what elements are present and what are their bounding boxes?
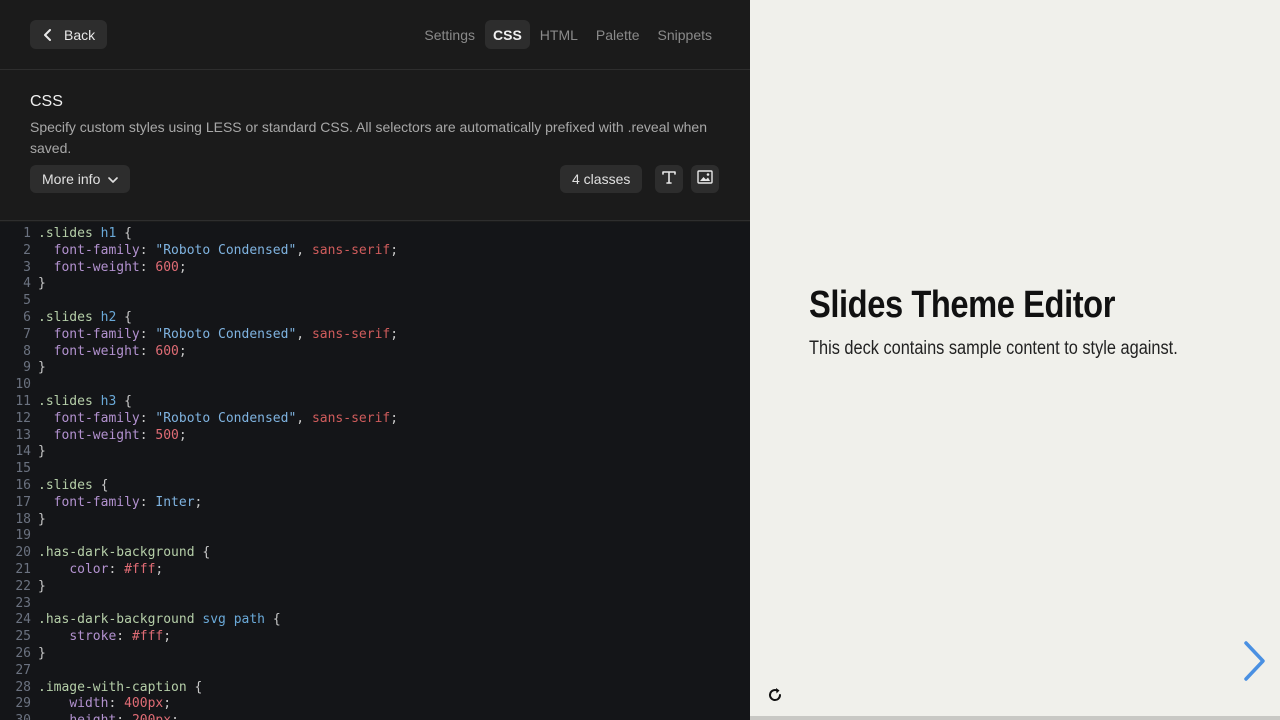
reload-button[interactable] (766, 686, 784, 704)
chevron-left-icon (42, 28, 54, 41)
line-number: 22 (15, 578, 31, 594)
line-number: 29 (15, 696, 31, 712)
code-text: .slides h2 { (38, 310, 132, 325)
line-number: 16 (15, 478, 31, 493)
more-info-label: More info (42, 171, 101, 187)
line-number: 21 (15, 562, 31, 577)
line-number: 15 (15, 461, 31, 477)
preview-panel: Slides Theme Editor This deck contains s… (750, 0, 1280, 720)
top-bar: Back Settings CSS HTML Palette Snippets (0, 0, 750, 70)
section-description: Specify custom styles using LESS or stan… (30, 119, 707, 156)
code-text: font-weight: 500; (53, 427, 187, 443)
tab-bar: Settings CSS HTML Palette Snippets (416, 20, 720, 49)
line-number: 2 (23, 242, 31, 258)
line-number: 13 (15, 427, 31, 443)
line-number: 23 (15, 595, 31, 611)
line-number: 3 (23, 259, 31, 275)
code-editor[interactable]: 1 .slides h1 { 2 font-family: "Roboto Cond… (0, 222, 750, 720)
code-text: } (38, 511, 46, 527)
css-section-header: CSS Specify custom styles using LESS or … (0, 71, 750, 221)
code-text: font-weight: 600; (53, 259, 187, 275)
image-button[interactable] (691, 165, 719, 193)
code-text: stroke: #fff; (69, 629, 172, 645)
code-text: .has-dark-background { (38, 545, 211, 561)
code-text: font-family: "Roboto Condensed", sans-se… (53, 410, 399, 426)
code-text: width: 400px; (69, 696, 172, 712)
slide-subtitle: This deck contains sample content to sty… (809, 338, 1178, 359)
reload-icon (766, 688, 784, 708)
slide-title: Slides Theme Editor (809, 284, 1115, 326)
line-number: 14 (15, 444, 31, 460)
code-text: color: #fff; (69, 562, 164, 577)
image-icon (697, 169, 713, 189)
code-text: font-family: Inter; (53, 494, 203, 510)
line-number: 17 (15, 494, 31, 510)
line-number: 27 (15, 662, 31, 678)
line-number: 6 (23, 310, 31, 325)
tab-snippets[interactable]: Snippets (650, 20, 720, 49)
chevron-right-icon (1242, 641, 1268, 686)
section-title: CSS (30, 93, 63, 110)
chevron-down-icon (108, 171, 119, 187)
line-number: 30 (0, 712, 31, 720)
back-button-label: Back (64, 26, 96, 43)
code-text: height: 200px; (38, 712, 179, 720)
code-text: font-weight: 600; (53, 343, 187, 359)
code-text: .slides h1 { (38, 226, 132, 241)
line-number: 10 (15, 377, 31, 393)
code-text: .has-dark-background svg path { (38, 612, 281, 628)
line-number: 12 (15, 410, 31, 426)
line-number: 8 (23, 343, 31, 359)
code-text: .image-with-caption { (38, 679, 203, 695)
code-text: .slides { (38, 478, 109, 493)
line-number: 28 (15, 679, 31, 695)
line-number: 18 (15, 511, 31, 527)
code-text: font-family: "Roboto Condensed", sans-se… (53, 326, 399, 342)
tab-palette[interactable]: Palette (588, 20, 648, 49)
code-text: font-family: "Roboto Condensed", sans-se… (53, 242, 399, 258)
line-number: 4 (23, 276, 31, 292)
progress-bar (750, 716, 1280, 720)
line-number: 11 (15, 394, 31, 409)
code-text: } (38, 444, 46, 460)
code-text: } (38, 276, 46, 292)
back-button[interactable]: Back (30, 20, 108, 49)
line-number: 9 (23, 360, 31, 376)
line-number: 26 (15, 646, 31, 661)
code-text: } (38, 578, 46, 594)
line-number: 19 (15, 528, 31, 544)
editor-panel: Back Settings CSS HTML Palette Snippets … (0, 0, 750, 720)
text-type-button[interactable] (655, 165, 683, 193)
tab-settings[interactable]: Settings (416, 20, 483, 49)
line-number: 20 (15, 545, 31, 561)
line-number: 7 (23, 326, 31, 342)
more-info-button[interactable]: More info (30, 165, 131, 193)
code-text: } (38, 646, 46, 661)
line-number: 5 (23, 293, 31, 309)
tab-css[interactable]: CSS (485, 20, 530, 49)
line-number: 1 (23, 226, 31, 241)
code-text: .slides h3 { (38, 394, 132, 409)
classes-button[interactable]: 4 classes (560, 165, 643, 193)
line-number: 24 (15, 612, 31, 628)
line-number: 25 (15, 629, 31, 645)
code-text: } (38, 360, 46, 376)
tab-html[interactable]: HTML (532, 20, 586, 49)
text-type-icon (661, 169, 677, 190)
next-slide-button[interactable] (1242, 640, 1268, 682)
